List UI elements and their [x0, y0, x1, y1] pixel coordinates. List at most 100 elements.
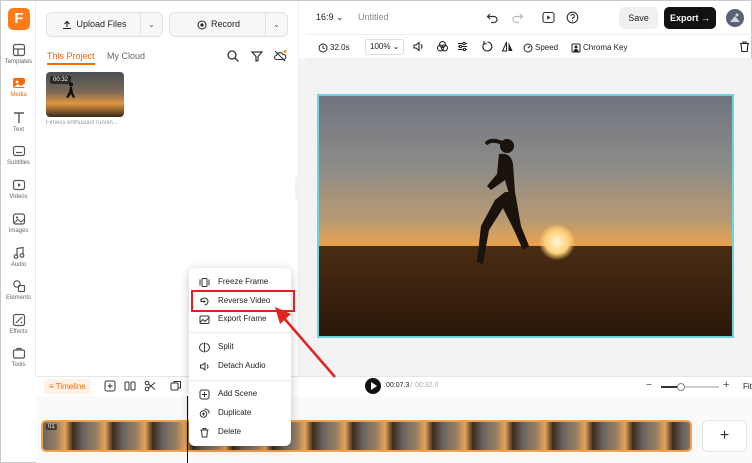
tab-this-project[interactable]: This Project — [47, 51, 95, 65]
subtitles-icon — [12, 145, 25, 157]
duration-control[interactable]: 32.0s — [318, 40, 350, 55]
save-button[interactable]: Save — [619, 7, 658, 29]
sidebar-item-label: Tools — [11, 362, 26, 368]
elements-icon — [12, 280, 25, 293]
add-track-button[interactable]: + — [702, 420, 747, 452]
zoom-out-button[interactable]: − — [646, 380, 652, 391]
timeline-tab-label: Timeline — [55, 382, 86, 391]
chroma-key-control[interactable]: Chroma Key — [571, 40, 627, 55]
chroma-key-label: Chroma Key — [583, 43, 628, 52]
arrow-right-icon: → — [701, 13, 711, 23]
plus-icon: + — [719, 427, 730, 444]
aspect-ratio-value: 16:9 — [316, 12, 334, 22]
cloud-off-icon[interactable] — [273, 49, 287, 63]
user-avatar-icon — [730, 13, 740, 22]
sidebar-item-tools[interactable]: Tools — [1, 346, 36, 379]
videos-icon — [12, 179, 25, 191]
duplicate-clip-icon[interactable] — [170, 380, 182, 392]
upload-files-label: Upload Files — [76, 19, 127, 29]
sidebar-item-effects[interactable]: Effects — [1, 313, 36, 346]
sidebar-item-images[interactable]: Images — [1, 212, 36, 245]
scissors-icon[interactable] — [144, 380, 156, 392]
add-scene-icon — [199, 389, 210, 400]
time-separator: / — [410, 382, 412, 389]
add-clip-icon[interactable] — [104, 380, 116, 392]
record-options-dropdown[interactable]: ⌄ — [265, 13, 287, 36]
trash-icon[interactable] — [738, 40, 751, 53]
menu-item-label: Delete — [218, 427, 242, 436]
sidebar-item-label: Subtitles — [6, 160, 30, 166]
aspect-ratio-dropdown[interactable]: 16:9 ⌄ — [316, 12, 344, 23]
sidebar-item-label: Text — [12, 127, 24, 133]
split-clip-icon[interactable] — [124, 380, 136, 392]
clip-duration: 00:32 — [50, 76, 72, 84]
upload-files-button[interactable]: Upload Files — [47, 13, 142, 36]
app-logo[interactable]: F — [8, 8, 30, 30]
tools-icon — [12, 347, 25, 359]
sidebar-item-label: Effects — [9, 329, 28, 335]
zoom-slider-handle[interactable] — [677, 383, 685, 391]
timeline-zoom-slider[interactable] — [661, 383, 719, 391]
split-icon — [199, 342, 210, 353]
sidebar-item-subtitles[interactable]: Subtitles — [1, 144, 36, 177]
sidebar-item-label: Images — [8, 228, 29, 234]
video-preview[interactable] — [317, 94, 734, 338]
menu-item-delete[interactable]: Delete — [189, 424, 291, 441]
chevron-down-icon: ⌄ — [273, 20, 280, 29]
volume-icon[interactable] — [412, 40, 425, 53]
preview-icon[interactable] — [542, 11, 555, 24]
redo-icon[interactable] — [511, 11, 524, 24]
record-icon — [197, 20, 207, 30]
menu-item-add-scene[interactable]: Add Scene — [189, 386, 291, 403]
speed-control[interactable]: Speed — [523, 40, 558, 55]
sidebar-item-label: Templates — [4, 59, 33, 65]
undo-icon[interactable] — [486, 11, 499, 24]
menu-item-label: Freeze Frame — [218, 277, 269, 286]
sidebar-item-videos[interactable]: Videos — [1, 178, 36, 211]
audio-icon — [13, 246, 24, 259]
upload-options-dropdown[interactable]: ⌄ — [140, 13, 162, 36]
detach-audio-icon — [200, 361, 209, 372]
menu-item-label: Detach Audio — [218, 361, 266, 370]
menu-item-duplicate[interactable]: Duplicate — [189, 405, 291, 422]
rotate-icon[interactable] — [481, 40, 494, 53]
zoom-dropdown[interactable]: 100% ⌄ — [365, 39, 405, 55]
sidebar-item-elements[interactable]: Elements — [1, 279, 36, 312]
avatar[interactable] — [726, 9, 744, 27]
menu-item-freeze-frame[interactable]: Freeze Frame — [189, 274, 291, 291]
zoom-in-button[interactable]: + — [723, 379, 729, 391]
sidebar-item-templates[interactable]: Templates — [1, 43, 36, 76]
total-time: 00:32.0 — [415, 382, 439, 389]
timeline-header: ≡ Timeline 00:07.3 / 00:32.0 − + Fit — [36, 376, 752, 396]
record-button[interactable]: Record — [170, 13, 267, 36]
fit-button[interactable]: Fit — [743, 382, 752, 391]
flip-icon[interactable] — [501, 40, 514, 53]
sidebar-item-text[interactable]: Text — [1, 111, 36, 144]
speed-icon — [523, 43, 533, 53]
search-icon[interactable] — [226, 49, 240, 63]
export-button[interactable]: Export → — [664, 7, 716, 29]
help-icon[interactable] — [566, 11, 579, 24]
chevron-down-icon: ⌄ — [148, 20, 155, 29]
media-clip-thumbnail[interactable]: 00:32 — [46, 72, 124, 117]
upload-icon — [63, 20, 72, 29]
sidebar-item-audio[interactable]: Audio — [1, 246, 36, 279]
timeline-track-area: 01 + — [36, 396, 752, 463]
timeline-icon: ≡ — [49, 382, 54, 391]
playhead[interactable] — [187, 396, 188, 463]
upload-files-group: Upload Files ⌄ — [46, 12, 163, 37]
play-button[interactable] — [365, 378, 381, 394]
project-title[interactable]: Untitled — [358, 12, 389, 22]
effects-icon — [12, 313, 25, 327]
color-adjust-icon[interactable] — [436, 40, 449, 53]
adjust-sliders-icon[interactable] — [456, 40, 469, 53]
sidebar-item-label: Videos — [9, 194, 28, 200]
duration-value: 32.0s — [330, 43, 350, 52]
sidebar-item-media[interactable]: Media — [1, 76, 36, 109]
filter-icon[interactable] — [250, 49, 264, 63]
tab-timeline[interactable]: ≡ Timeline — [44, 379, 91, 394]
sidebar-item-label: Audio — [10, 262, 27, 268]
menu-item-label: Add Scene — [218, 389, 258, 398]
video-track-clip[interactable]: 01 — [41, 420, 692, 452]
tab-my-cloud[interactable]: My Cloud — [107, 51, 145, 61]
